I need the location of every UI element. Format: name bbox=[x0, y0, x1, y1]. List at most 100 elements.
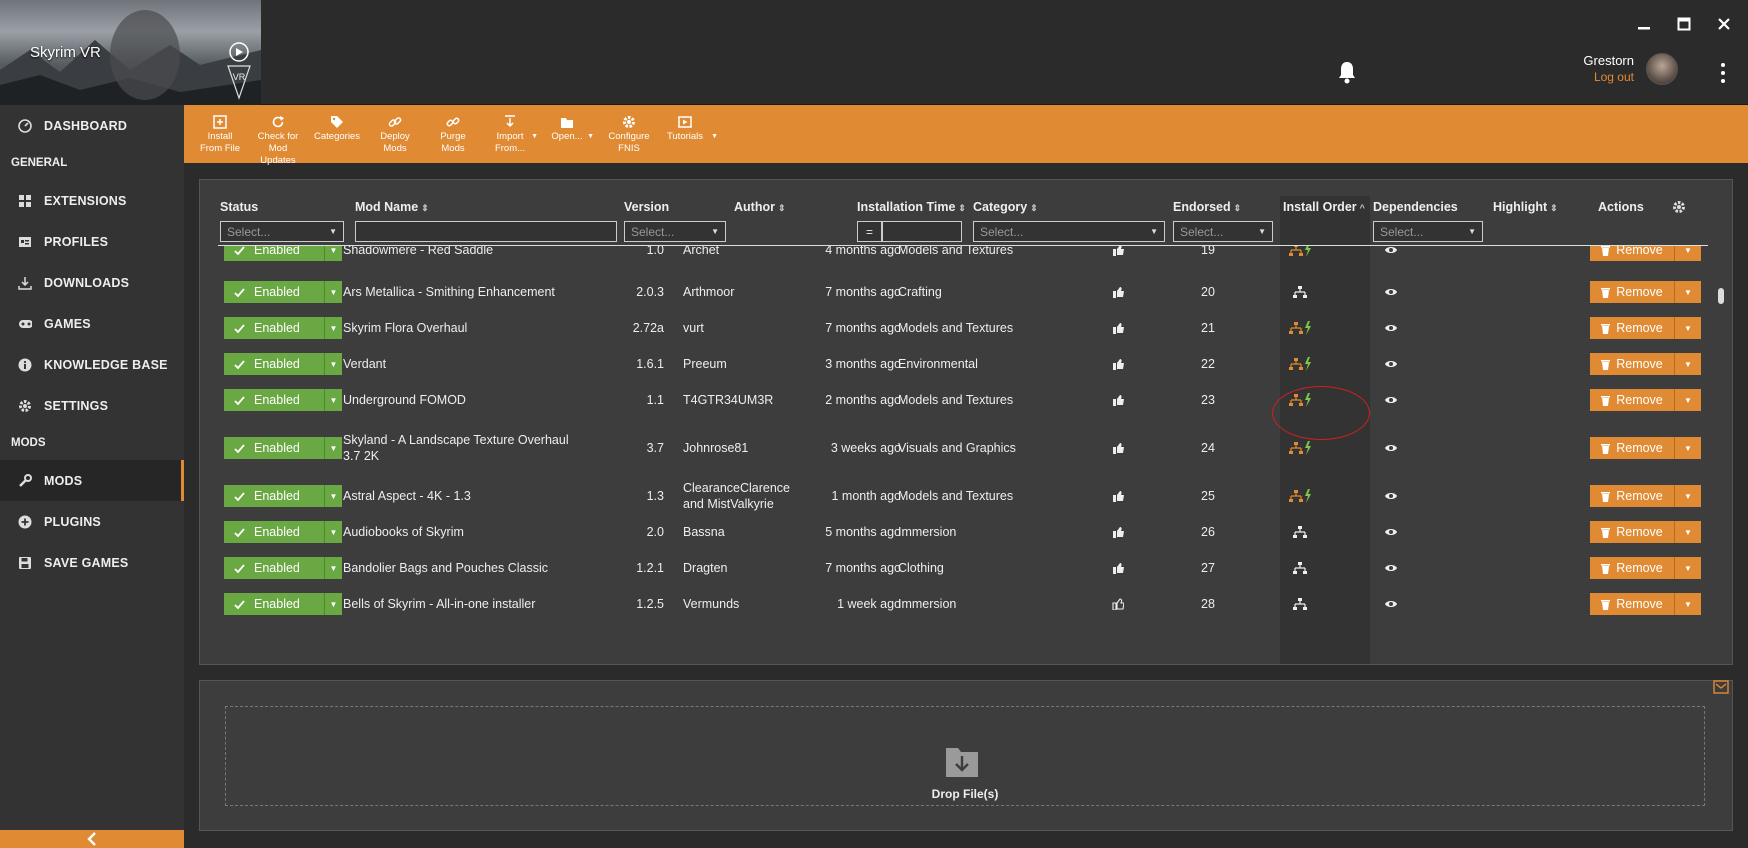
deploy-mods-button[interactable]: Deploy Mods bbox=[366, 105, 424, 155]
eye-icon[interactable] bbox=[1381, 346, 1401, 382]
sidebar-item-knowledge-base[interactable]: KNOWLEDGE BASE bbox=[0, 344, 184, 385]
column-header-author[interactable]: Author ⇕ bbox=[734, 200, 786, 214]
dependency-icon[interactable] bbox=[1280, 274, 1320, 310]
remove-button[interactable]: Remove ▼ bbox=[1590, 437, 1701, 459]
enabled-toggle-button[interactable]: Enabled ▼ bbox=[224, 485, 342, 507]
dependency-conflict-icon[interactable] bbox=[1280, 246, 1320, 268]
enabled-toggle-button[interactable]: Enabled ▼ bbox=[224, 317, 342, 339]
sidebar-item-downloads[interactable]: DOWNLOADS bbox=[0, 262, 184, 303]
game-banner[interactable]: Skyrim VR VR bbox=[0, 0, 261, 105]
mod-name[interactable]: Audiobooks of Skyrim bbox=[343, 514, 578, 550]
more-menu-icon[interactable] bbox=[1720, 62, 1726, 84]
sidebar-item-profiles[interactable]: PROFILES bbox=[0, 221, 184, 262]
install-time-operator[interactable]: = bbox=[857, 221, 882, 242]
import-from-button[interactable]: Import From... ▼ bbox=[488, 105, 538, 155]
remove-button[interactable]: Remove ▼ bbox=[1590, 317, 1701, 339]
eye-icon[interactable] bbox=[1381, 274, 1401, 310]
dependency-icon[interactable] bbox=[1280, 550, 1320, 586]
enabled-toggle-button[interactable]: Enabled ▼ bbox=[224, 246, 342, 261]
remove-button[interactable]: Remove ▼ bbox=[1590, 353, 1701, 375]
sidebar-item-extensions[interactable]: EXTENSIONS bbox=[0, 180, 184, 221]
thumbs-up-filled-icon[interactable] bbox=[1112, 424, 1126, 472]
configure-fnis-button[interactable]: Configure FNIS bbox=[600, 105, 658, 155]
thumbs-up-filled-icon[interactable] bbox=[1112, 274, 1126, 310]
chevron-down-icon[interactable]: ▼ bbox=[1675, 437, 1701, 459]
dependency-conflict-icon[interactable] bbox=[1280, 472, 1320, 520]
dependency-icon[interactable] bbox=[1280, 514, 1320, 550]
chevron-down-icon[interactable]: ▼ bbox=[325, 485, 342, 507]
column-header-category[interactable]: Category ⇕ bbox=[973, 200, 1038, 214]
mod-name[interactable]: Shadowmere - Red Saddle bbox=[343, 246, 578, 268]
column-header-highlight[interactable]: Highlight ⇕ bbox=[1493, 200, 1558, 214]
mod-name[interactable]: Skyrim Flora Overhaul bbox=[343, 310, 578, 346]
notification-bell-icon[interactable] bbox=[1336, 60, 1358, 84]
eye-icon[interactable] bbox=[1381, 310, 1401, 346]
column-header-status[interactable]: Status bbox=[220, 200, 258, 214]
column-header-dependencies[interactable]: Dependencies bbox=[1373, 200, 1458, 214]
logout-link[interactable]: Log out bbox=[1583, 69, 1634, 86]
chevron-down-icon[interactable]: ▼ bbox=[325, 353, 342, 375]
remove-button[interactable]: Remove ▼ bbox=[1590, 521, 1701, 543]
enabled-toggle-button[interactable]: Enabled ▼ bbox=[224, 389, 342, 411]
sidebar-collapse-button[interactable] bbox=[0, 830, 184, 848]
eye-icon[interactable] bbox=[1381, 382, 1401, 418]
chevron-down-icon[interactable]: ▼ bbox=[1675, 593, 1701, 615]
dependency-conflict-icon[interactable] bbox=[1280, 310, 1320, 346]
remove-button[interactable]: Remove ▼ bbox=[1590, 246, 1701, 261]
chevron-down-icon[interactable]: ▼ bbox=[1675, 246, 1701, 261]
eye-icon[interactable] bbox=[1381, 586, 1401, 622]
chevron-down-icon[interactable]: ▼ bbox=[325, 246, 342, 261]
version-filter-select[interactable]: Select... ▼ bbox=[624, 221, 726, 242]
remove-button[interactable]: Remove ▼ bbox=[1590, 389, 1701, 411]
chevron-down-icon[interactable]: ▼ bbox=[325, 317, 342, 339]
minimize-icon[interactable] bbox=[1634, 14, 1654, 34]
column-header-mod-name[interactable]: Mod Name ⇕ bbox=[355, 200, 429, 214]
chevron-down-icon[interactable]: ▼ bbox=[325, 593, 342, 615]
drop-zone[interactable]: Drop File(s) bbox=[225, 706, 1705, 806]
thumbs-up-filled-icon[interactable] bbox=[1112, 550, 1126, 586]
enabled-toggle-button[interactable]: Enabled ▼ bbox=[224, 353, 342, 375]
chevron-down-icon[interactable]: ▼ bbox=[1675, 389, 1701, 411]
dependency-icon[interactable] bbox=[1280, 586, 1320, 622]
dependency-conflict-icon[interactable] bbox=[1280, 346, 1320, 382]
tutorials-button[interactable]: Tutorials ▼ bbox=[658, 105, 718, 143]
column-header-endorsed[interactable]: Endorsed ⇕ bbox=[1173, 200, 1241, 214]
check-updates-button[interactable]: Check for Mod Updates bbox=[248, 105, 308, 167]
status-filter-select[interactable]: Select... ▼ bbox=[220, 221, 344, 242]
enabled-toggle-button[interactable]: Enabled ▼ bbox=[224, 557, 342, 579]
dependencies-filter-select[interactable]: Select... ▼ bbox=[1373, 221, 1483, 242]
enabled-toggle-button[interactable]: Enabled ▼ bbox=[224, 437, 342, 459]
eye-icon[interactable] bbox=[1381, 472, 1401, 520]
avatar[interactable] bbox=[1646, 53, 1678, 85]
table-scrollbar[interactable] bbox=[1718, 288, 1724, 304]
chevron-down-icon[interactable]: ▼ bbox=[1675, 557, 1701, 579]
chevron-down-icon[interactable]: ▼ bbox=[325, 389, 342, 411]
enabled-toggle-button[interactable]: Enabled ▼ bbox=[224, 521, 342, 543]
install-from-file-button[interactable]: Install From File bbox=[192, 105, 248, 155]
chevron-down-icon[interactable]: ▼ bbox=[325, 557, 342, 579]
eye-icon[interactable] bbox=[1381, 246, 1401, 268]
mod-name[interactable]: Astral Aspect - 4K - 1.3 bbox=[343, 472, 578, 520]
maximize-icon[interactable] bbox=[1674, 14, 1694, 34]
mod-name[interactable]: Verdant bbox=[343, 346, 578, 382]
remove-button[interactable]: Remove ▼ bbox=[1590, 281, 1701, 303]
remove-button[interactable]: Remove ▼ bbox=[1590, 593, 1701, 615]
column-header-installation-time[interactable]: Installation Time ⇕ bbox=[857, 200, 966, 214]
chevron-down-icon[interactable]: ▼ bbox=[1675, 485, 1701, 507]
thumbs-up-filled-icon[interactable] bbox=[1112, 346, 1126, 382]
eye-icon[interactable] bbox=[1381, 424, 1401, 472]
open-button[interactable]: Open... ▼ bbox=[546, 105, 594, 143]
chevron-down-icon[interactable]: ▼ bbox=[1675, 353, 1701, 375]
chevron-down-icon[interactable]: ▼ bbox=[325, 521, 342, 543]
chevron-down-icon[interactable]: ▼ bbox=[325, 281, 342, 303]
mod-name[interactable]: Skyland - A Landscape Texture Overhaul 3… bbox=[343, 424, 578, 472]
remove-button[interactable]: Remove ▼ bbox=[1590, 485, 1701, 507]
column-header-install-order[interactable]: Install Order ^ bbox=[1283, 200, 1365, 214]
category-filter-select[interactable]: Select... ▼ bbox=[973, 221, 1165, 242]
mod-name[interactable]: Bandolier Bags and Pouches Classic bbox=[343, 550, 578, 586]
sidebar-item-mods[interactable]: MODS bbox=[0, 460, 184, 501]
thumbs-up-filled-icon[interactable] bbox=[1112, 472, 1126, 520]
remove-button[interactable]: Remove ▼ bbox=[1590, 557, 1701, 579]
categories-button[interactable]: Categories bbox=[308, 105, 366, 143]
sidebar-item-dashboard[interactable]: DASHBOARD bbox=[0, 105, 184, 146]
